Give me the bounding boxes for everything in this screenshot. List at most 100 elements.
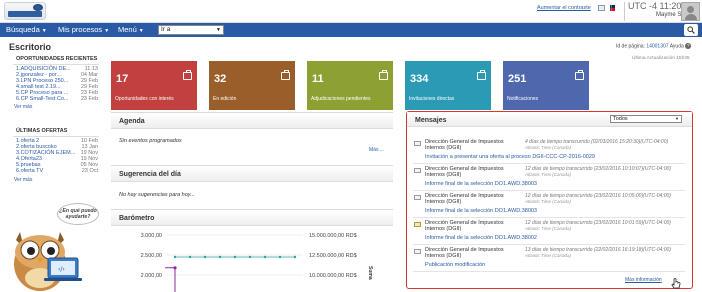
y-tick-label-left: 2.000,00 [141,273,162,279]
message-sender: Dirección General de Impuestos Internos … [425,220,504,232]
page-id-link[interactable]: 14001307 [646,43,668,49]
list-item-name[interactable]: 6.oferta TV [16,168,43,174]
message-subject[interactable]: Informe final de la selección DO1.AWD.38… [425,235,537,241]
message-subject[interactable]: Informe final de la selección DO1.AWD.38… [425,181,537,187]
opportunities-more-link[interactable]: Ver más [14,104,32,110]
nav-busqueda[interactable]: Búsqueda ▼ [6,25,47,34]
divider [13,136,99,137]
agenda-header: Agenda [111,113,393,129]
series-point [173,266,177,270]
contrast-link[interactable]: Aumentar el contraste [537,5,591,11]
barometer-chart: 3.000,00 2.500,00 2.000,00 15.000.000,00 RD… [141,233,373,292]
tile-label: Adjudicaciones pendientes [311,96,371,102]
series-point [248,255,252,259]
briefcase-icon [281,70,290,80]
series-point [263,255,267,259]
goto-select[interactable]: Ir a ▼ [158,25,224,35]
message-sender: Dirección General de Impuestos Internos … [425,193,504,205]
last-update: Última Actualización 15h35 [632,56,690,61]
search-button[interactable] [684,24,698,36]
tile-value: 334 [410,73,429,85]
messages-more-link[interactable]: Más información [625,277,662,283]
chevron-down-icon: ▼ [41,28,47,34]
messages-filter-select[interactable]: Todos ▼ [610,115,682,123]
briefcase-icon [379,70,388,80]
help-link[interactable]: Ayuda [670,43,684,49]
compras-logo[interactable] [4,2,46,20]
suggestion-empty-text: No hay sugerencias para hoy... [119,192,195,198]
series-point [293,255,297,259]
search-icon [687,26,695,34]
message-subject[interactable]: Invitación a presentar una oferta al pro… [425,154,595,160]
header-divider [624,2,625,21]
list-item-date: 23 Feb [80,96,98,102]
agenda-panel: Agenda Sin eventos programados Más ... [111,112,393,157]
message-item[interactable]: Dirección General de Impuestos Internos … [413,166,685,191]
nav-busqueda-label: Búsqueda [6,25,40,34]
message-sender: Dirección General de Impuestos Internos … [425,166,504,178]
tile-invitaciones[interactable]: 334 Invitaciones directas [405,61,491,110]
envelope-icon [414,168,421,173]
chevron-down-icon: ▼ [138,28,144,34]
y-tick-label-right: 12.500.000,00 RD$ [309,253,357,259]
help-icon[interactable]: ? [685,43,692,49]
barometer-header: Barómetro [111,210,393,226]
agenda-title: Agenda [119,118,145,125]
y-tick-label-left: 2.500,00 [141,253,162,259]
envelope-icon [414,195,421,200]
tile-adjudicaciones[interactable]: 11 Adjudicaciones pendientes [307,61,393,110]
message-timezone: Atlantic Time (Canada) [525,253,571,258]
series-point [173,255,177,259]
series-point [218,255,222,259]
message-subject[interactable]: Publicación modificación [425,262,485,268]
briefcase-icon [477,70,486,80]
divider [13,64,99,65]
user-name[interactable]: Mayme S [656,12,681,18]
message-item[interactable]: Dirección General de Impuestos Internos … [413,220,685,245]
avatar[interactable] [681,2,700,21]
nav-menu[interactable]: Menú ▼ [118,25,144,34]
message-item[interactable]: Dirección General de Impuestos Internos … [413,193,685,218]
tile-label: En edición [213,96,237,102]
message-item[interactable]: Dirección General de Impuestos Internos … [413,247,685,272]
list-item[interactable]: 6.CP Small-Test Co... 23 Feb [16,96,98,102]
tile-oportunidades[interactable]: 17 Oportunidades con interés [111,61,197,110]
message-sender: Dirección General de Impuestos Internos … [425,247,504,259]
envelope-icon [414,249,421,254]
country-flag-icon[interactable] [610,5,617,11]
nav-menu-label: Menú [118,25,137,34]
message-subject[interactable]: Informe final de la selección DO1.AWD.38… [425,208,537,214]
list-item-name[interactable]: 6.CP Small-Test Co... [16,96,68,102]
mail-icon[interactable] [598,5,605,11]
tile-en-edicion[interactable]: 32 En edición [209,61,295,110]
series-point [278,255,282,259]
tile-notificaciones[interactable]: 251 Notificaciones [503,61,589,110]
offers-title: ÚLTIMAS OFERTAS [16,128,68,134]
offers-more-link[interactable]: Ver más [14,177,32,183]
agenda-more-link[interactable]: Más ... [369,147,384,153]
list-item[interactable]: 6.oferta TV 23 Oct [16,168,98,174]
svg-text:‹/›: ‹/› [58,266,65,273]
main-nav: Búsqueda ▼ Mis procesos ▼ Menú ▼ Ir a ▼ [0,23,702,37]
page-title: Escritorio [9,42,52,52]
series-point [203,255,207,259]
message-item[interactable]: Dirección General de Impuestos Internos … [413,139,685,164]
message-timezone: Atlantic Time (Canada) [525,145,571,150]
nav-mis-procesos-label: Mis procesos [58,25,103,34]
tile-value: 32 [214,73,227,85]
suggestion-panel: Sugerencia del día No hay sugerencias pa… [111,165,393,205]
y-tick-label-left: 3.000,00 [141,233,162,239]
chevron-down-icon: ▼ [104,28,110,34]
suggestion-header: Sugerencia del día [111,166,393,182]
agenda-empty-text: Sin eventos programados [119,138,182,144]
nav-mis-procesos[interactable]: Mis procesos ▼ [58,25,109,34]
tile-value: 17 [116,73,129,85]
message-timezone: Atlantic Time (Canada) [525,226,571,231]
envelope-icon [414,141,421,146]
series-point [188,255,192,259]
tile-value: 11 [312,73,324,85]
chevron-down-icon: ▼ [675,116,679,121]
owl-assistant-icon[interactable]: ‹/› [10,218,85,292]
hand-cursor-icon [671,278,681,289]
message-timezone: Atlantic Time (Canada) [525,199,571,204]
